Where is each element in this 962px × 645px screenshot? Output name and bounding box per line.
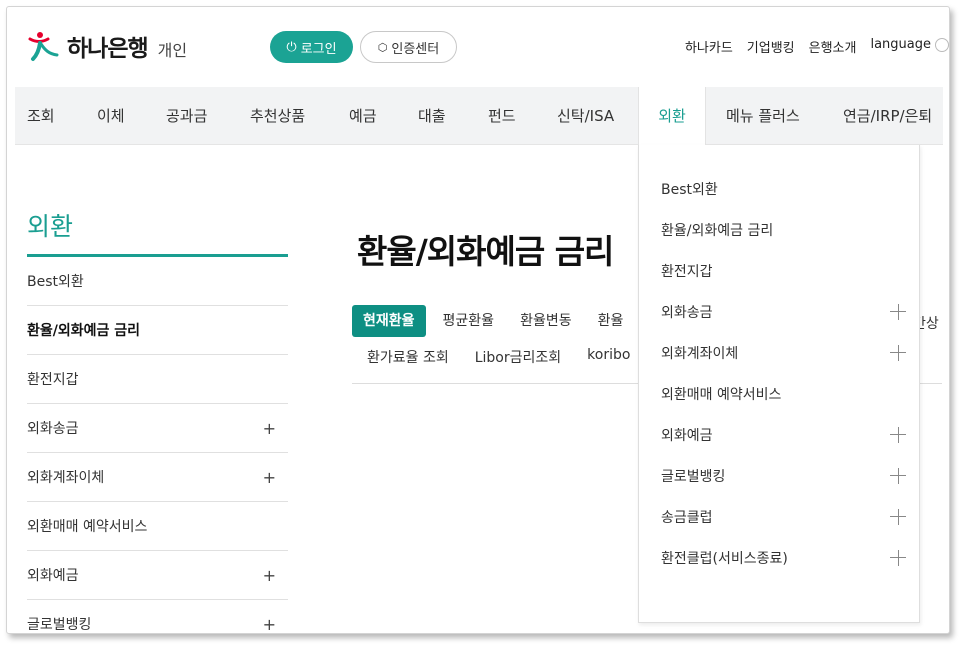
dropdown-item-label: 외환매매 예약서비스 [661,386,782,403]
sidebar-title: 외환 [27,197,288,257]
logo-text: 하나은행 [67,36,149,62]
sidebar-item-label: 외화계좌이체 [27,470,105,486]
dropdown-item-exchange-club[interactable]: 환전클럽(서비스종료) [661,537,906,578]
login-button[interactable]: ⏻ 로그인 [270,31,353,63]
dropdown-item-fx-deposit[interactable]: 외화예금 [661,414,906,455]
plus-icon[interactable]: + [263,615,276,634]
tab-rate-change[interactable]: 환율변동 [507,305,585,337]
util-link-language[interactable]: language [870,37,949,56]
gnb-item-menu-plus[interactable]: 메뉴 플러스 [726,87,800,145]
dropdown-item-account-transfer[interactable]: 외화계좌이체 [661,332,906,373]
dropdown-item-label: Best외환 [661,181,718,198]
dropdown-item-reservation[interactable]: 외환매매 예약서비스 [661,373,906,414]
dropdown-item-fx-wallet[interactable]: 환전지갑 [661,250,906,291]
dropdown-item-label: 환전클럽(서비스종료) [661,550,788,567]
browser-frame: 하나은행 개인 ⏻ 로그인 ⬡ 인증센터 하나카드 기업뱅킹 은행소개 lang… [6,6,950,634]
util-link-corporate[interactable]: 기업뱅킹 [747,37,795,56]
dropdown-item-label: 외화송금 [661,304,713,321]
dropdown-item-global-banking[interactable]: 글로벌뱅킹 [661,455,906,496]
gnb-item-transfer[interactable]: 이체 [97,87,125,145]
dropdown-item-label: 환전지갑 [661,263,713,280]
gnb-item-utility-bills[interactable]: 공과금 [166,87,207,145]
tab-current-rate[interactable]: 현재환율 [352,305,426,337]
tab-exchange-commission[interactable]: 환가료율 조회 [367,347,449,367]
tab-libor[interactable]: Libor금리조회 [475,347,561,367]
dropdown-item-label: 환율/외화예금 금리 [661,222,774,239]
sidebar-item-rates[interactable]: 환율/외화예금 금리 [27,306,288,355]
sidebar-item-label: 글로벌뱅킹 [27,617,92,633]
global-nav: 조회 이체 공과금 추천상품 예금 대출 펀드 신탁/ISA 외환 메뉴 플러스… [15,87,943,146]
sidebar-item-label: 외화송금 [27,421,79,437]
sidebar-item-label: 외화예금 [27,568,79,584]
sidebar-item-fx-wallet[interactable]: 환전지갑 [27,355,288,404]
dropdown-item-best-fx[interactable]: Best외환 [661,168,906,209]
sidebar-item-reservation[interactable]: 외환매매 예약서비스 [27,502,288,551]
tab-koribor[interactable]: koribo [587,347,630,367]
plus-icon[interactable]: + [263,419,276,438]
logo-sub: 개인 [157,41,188,60]
gnb-item-foreign-exchange[interactable]: 외환 [638,87,706,146]
tab-bar: 현재환율 평균환율 환율변동 환율 [352,305,636,337]
hana-bank-logo[interactable]: 하나은행 개인 [27,29,187,63]
cert-center-button[interactable]: ⬡ 인증센터 [360,31,457,63]
sidebar: 외환 Best외환 환율/외화예금 금리 환전지갑 외화송금 + 외화계좌이체 + … [27,197,288,634]
gnb-item-trust-isa[interactable]: 신탁/ISA [557,87,614,145]
utility-links: 하나카드 기업뱅킹 은행소개 language [685,37,949,56]
tab-bar-row2: 환가료율 조회 Libor금리조회 koribo [367,347,630,367]
sidebar-item-global-banking[interactable]: 글로벌뱅킹 + [27,600,288,634]
dropdown-item-rates[interactable]: 환율/외화예금 금리 [661,209,906,250]
shield-icon: ⬡ [377,40,388,54]
tab-average-rate[interactable]: 평균환율 [430,305,508,337]
gnb-item-loan[interactable]: 대출 [418,87,446,145]
util-link-about[interactable]: 은행소개 [809,37,857,56]
plus-icon[interactable] [890,467,906,484]
plus-icon[interactable]: + [263,468,276,487]
gnb-item-recommended[interactable]: 추천상품 [250,87,305,145]
login-label: 로그인 [300,41,337,57]
sidebar-item-label: 환전지갑 [27,372,79,388]
dropdown-item-remit-club[interactable]: 송금클럽 [661,496,906,537]
tab-rate-more[interactable]: 환율 [585,305,637,337]
gnb-item-pension[interactable]: 연금/IRP/은퇴 [843,87,943,145]
plus-icon[interactable] [890,426,906,443]
dropdown-item-remittance[interactable]: 외화송금 [661,291,906,332]
page-title: 환율/외화예금 금리 [357,232,614,271]
globe-icon [935,37,949,52]
sidebar-item-remittance[interactable]: 외화송금 + [27,404,288,453]
sidebar-item-account-transfer[interactable]: 외화계좌이체 + [27,453,288,502]
dropdown-item-label: 글로벌뱅킹 [661,468,726,485]
gnb-item-inquiry[interactable]: 조회 [27,87,55,145]
sidebar-item-label: 환율/외화예금 금리 [27,323,141,339]
plus-icon[interactable] [890,549,906,566]
plus-icon[interactable] [890,508,906,525]
power-icon: ⏻ [286,39,297,55]
plus-icon[interactable] [890,344,906,361]
gnb-item-deposit[interactable]: 예금 [349,87,377,145]
sidebar-item-label: Best외환 [27,274,84,290]
cert-label: 인증센터 [391,41,440,57]
language-label: language [870,37,931,52]
sidebar-item-fx-deposit[interactable]: 외화예금 + [27,551,288,600]
plus-icon[interactable]: + [263,566,276,585]
gnb-item-fund[interactable]: 펀드 [488,87,516,145]
dropdown-item-label: 송금클럽 [661,509,713,526]
plus-icon[interactable] [890,303,906,320]
fx-dropdown-menu: Best외환 환율/외화예금 금리 환전지갑 외화송금 외화계좌이체 외환매매 … [638,145,920,623]
hana-logo-icon [28,32,59,61]
dropdown-item-label: 외화예금 [661,427,713,444]
header: 하나은행 개인 ⏻ 로그인 ⬡ 인증센터 하나카드 기업뱅킹 은행소개 lang… [7,7,949,87]
dropdown-item-label: 외화계좌이체 [661,345,739,362]
util-link-hanacard[interactable]: 하나카드 [685,37,733,56]
sidebar-item-label: 외환매매 예약서비스 [27,519,148,535]
sidebar-item-best-fx[interactable]: Best외환 [27,257,288,306]
